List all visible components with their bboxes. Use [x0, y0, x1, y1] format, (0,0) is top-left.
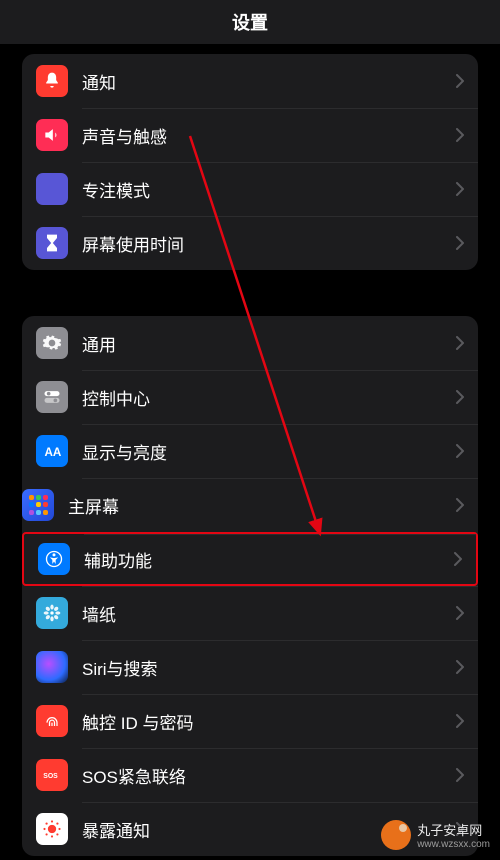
- chevron-right-icon: [456, 768, 464, 782]
- chevron-right-icon: [456, 74, 464, 88]
- chevron-right-icon: [456, 660, 464, 674]
- watermark-url: www.wzsxx.com: [417, 839, 490, 850]
- chevron-right-icon: [456, 714, 464, 728]
- svg-text:SOS: SOS: [43, 773, 58, 780]
- sos-icon: SOS: [36, 759, 68, 791]
- svg-text:AA: AA: [45, 446, 62, 459]
- header: 设置: [0, 0, 500, 44]
- text-size-icon: AA: [36, 435, 68, 467]
- row-touch-id-passcode[interactable]: 触控 ID 与密码: [22, 694, 478, 748]
- row-control-center[interactable]: 控制中心: [22, 370, 478, 424]
- chevron-right-icon: [456, 498, 464, 512]
- row-notifications[interactable]: 通知: [22, 54, 478, 108]
- row-accessibility[interactable]: 辅助功能: [22, 532, 478, 586]
- page-title: 设置: [232, 9, 268, 35]
- row-general[interactable]: 通用: [22, 316, 478, 370]
- chevron-right-icon: [456, 390, 464, 404]
- fingerprint-icon: [36, 705, 68, 737]
- flower-icon: [36, 597, 68, 629]
- exposure-icon: [36, 813, 68, 845]
- row-display-brightness[interactable]: AA 显示与亮度: [22, 424, 478, 478]
- row-wallpaper[interactable]: 墙纸: [22, 586, 478, 640]
- row-label: 触控 ID 与密码: [82, 709, 456, 734]
- settings-content: 通知 声音与触感 专注模式 屏幕使用时间: [0, 54, 500, 856]
- settings-group-1: 通知 声音与触感 专注模式 屏幕使用时间: [22, 54, 478, 270]
- moon-icon: [36, 173, 68, 205]
- row-label: 主屏幕: [68, 493, 456, 518]
- settings-group-2: 通用 控制中心 AA 显示与亮度 主屏幕: [22, 316, 478, 856]
- speaker-icon: [36, 119, 68, 151]
- row-focus[interactable]: 专注模式: [22, 162, 478, 216]
- hourglass-icon: [36, 227, 68, 259]
- row-label: SOS紧急联络: [82, 763, 456, 788]
- row-label: 声音与触感: [82, 123, 456, 148]
- siri-icon: [36, 651, 68, 683]
- chevron-right-icon: [454, 552, 462, 566]
- row-sos[interactable]: SOS SOS紧急联络: [22, 748, 478, 802]
- accessibility-icon: [38, 543, 70, 575]
- switches-icon: [36, 381, 68, 413]
- row-label: 墙纸: [82, 601, 456, 626]
- chevron-right-icon: [456, 236, 464, 250]
- bell-icon: [36, 65, 68, 97]
- chevron-right-icon: [456, 182, 464, 196]
- chevron-right-icon: [456, 444, 464, 458]
- watermark-text: 丸子安卓网: [417, 820, 490, 839]
- chevron-right-icon: [456, 606, 464, 620]
- row-siri-search[interactable]: Siri与搜索: [22, 640, 478, 694]
- row-label: Siri与搜索: [82, 655, 456, 680]
- row-label: 屏幕使用时间: [82, 231, 456, 256]
- watermark-logo-icon: [381, 820, 411, 850]
- row-label: 辅助功能: [84, 547, 454, 572]
- row-label: 专注模式: [82, 177, 456, 202]
- chevron-right-icon: [456, 128, 464, 142]
- chevron-right-icon: [456, 336, 464, 350]
- row-label: 显示与亮度: [82, 439, 456, 464]
- row-label: 通用: [82, 331, 456, 356]
- row-sounds-haptics[interactable]: 声音与触感: [22, 108, 478, 162]
- watermark: 丸子安卓网 www.wzsxx.com: [381, 820, 490, 850]
- gear-icon: [36, 327, 68, 359]
- row-screen-time[interactable]: 屏幕使用时间: [22, 216, 478, 270]
- row-label: 通知: [82, 69, 456, 94]
- row-label: 控制中心: [82, 385, 456, 410]
- home-grid-icon: [22, 489, 54, 521]
- row-home-screen[interactable]: 主屏幕: [22, 478, 478, 532]
